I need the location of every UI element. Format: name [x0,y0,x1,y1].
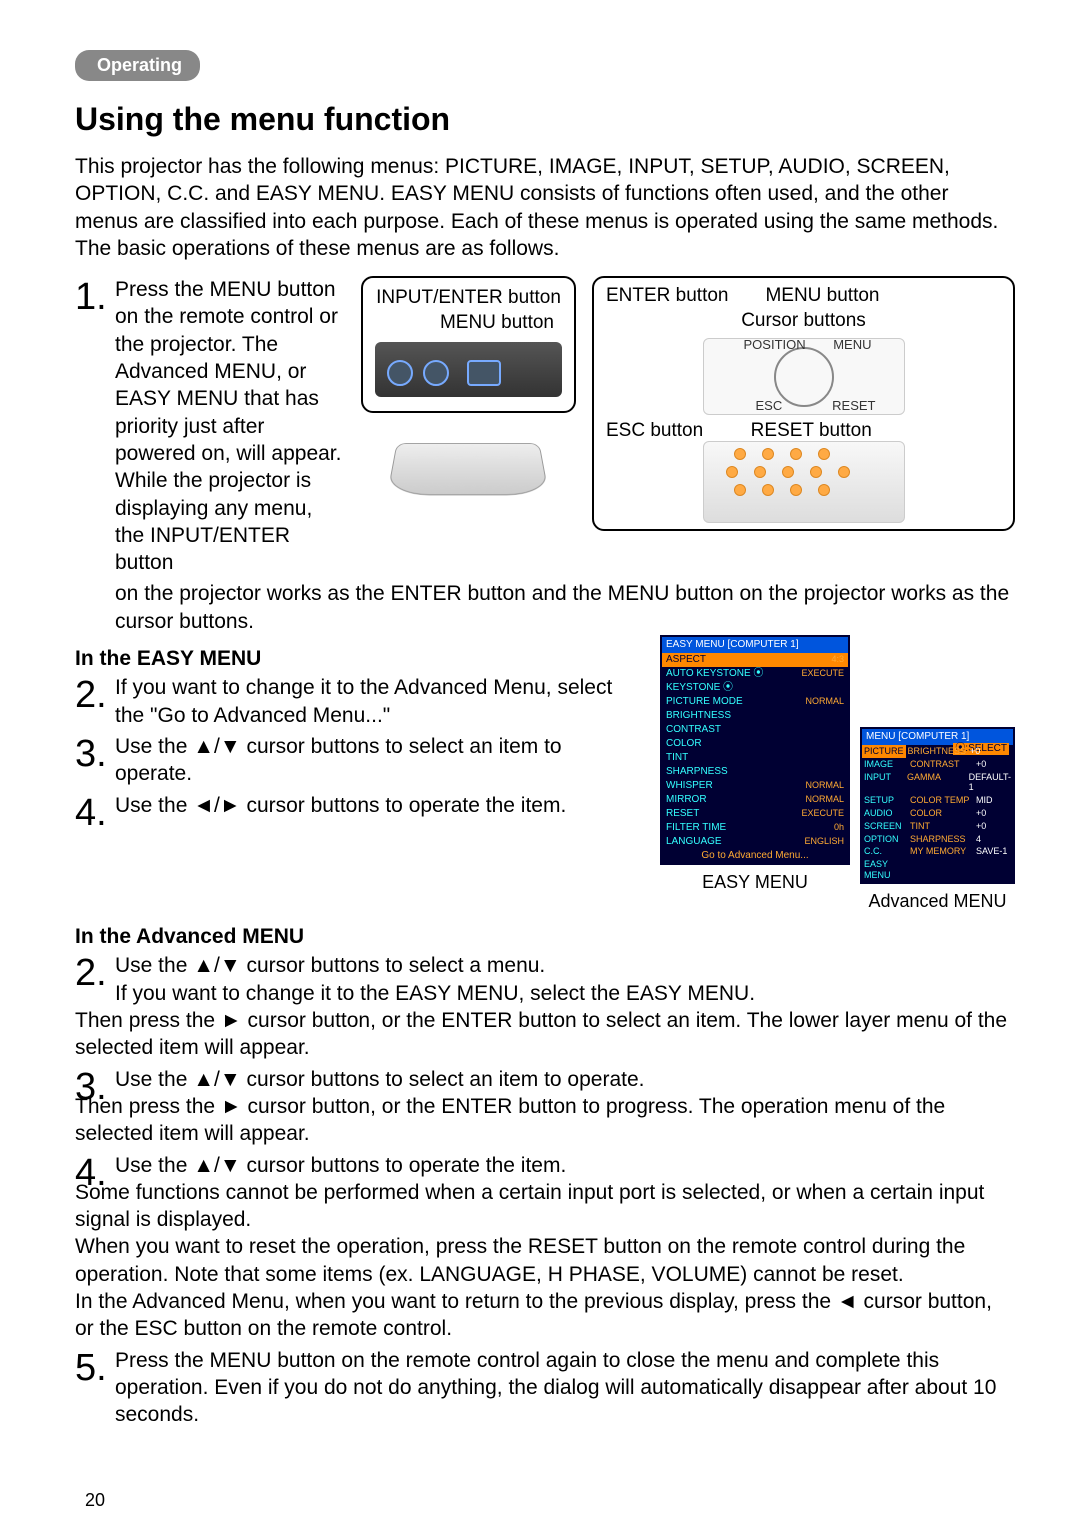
section-pill: Operating [75,50,200,81]
adv-step2a: Use the ▲/▼ cursor buttons to select a m… [115,952,1015,979]
adv-step3a: Use the ▲/▼ cursor buttons to select an … [115,1066,1015,1093]
easy-step4: Use the ◄/► cursor buttons to operate th… [115,792,640,819]
adv-step3b: Then press the ► cursor button, or the E… [75,1093,1015,1148]
remote-buttons-illustration [703,441,905,523]
adv-step4a: Use the ▲/▼ cursor buttons to operate th… [115,1152,1015,1179]
easy-step2: If you want to change it to the Advanced… [115,674,640,729]
adv-step2b: If you want to change it to the EASY MEN… [115,980,1015,1007]
step-number: 1 [75,276,115,316]
cursor-buttons-label: Cursor buttons [606,309,1001,334]
adv-step4b: Some functions cannot be performed when … [75,1179,1015,1234]
remote-cursor-illustration: POSITION MENU ESC RESET [703,338,905,415]
step1-text: Press the MENU button on the remote cont… [115,276,345,576]
step-number: 5 [75,1347,115,1387]
panel-callout-box: INPUT/ENTER button MENU button [361,276,576,412]
enter-menu-label: ENTER button MENU button [606,284,1001,309]
page-number: 20 [85,1489,105,1512]
step-number: 3 [75,733,115,773]
step-number: 2 [75,674,115,714]
page-title: Using the menu function [75,99,1015,141]
easy-menu-heading: In the EASY MENU [75,645,640,672]
adv-step5: Press the MENU button on the remote cont… [115,1347,1015,1429]
advanced-menu-caption: Advanced MENU [860,890,1015,913]
advanced-menu-heading: In the Advanced MENU [75,923,1015,950]
projector-illustration [384,421,554,511]
step-number: 4 [75,792,115,832]
adv-step4c: When you want to reset the operation, pr… [75,1233,1015,1288]
easy-menu-caption: EASY MENU [660,871,850,894]
advanced-menu-screenshot: MENU [COMPUTER 1]⦿:SELECTPICTUREBRIGHTNE… [860,727,1015,884]
step-number: 2 [75,952,115,992]
control-panel-illustration [375,342,562,397]
menu-button-label: MENU button [373,311,564,336]
adv-step2c: Then press the ► cursor button, or the E… [75,1007,1015,1062]
easy-step3: Use the ▲/▼ cursor buttons to select an … [115,733,640,788]
adv-step4d: In the Advanced Menu, when you want to r… [75,1288,1015,1343]
esc-reset-label: ESC button RESET button [606,419,1001,444]
remote-callout-box: ENTER button MENU button Cursor buttons … [592,276,1015,531]
intro-text: This projector has the following menus: … [75,153,1015,262]
input-enter-label: INPUT/ENTER button [373,286,564,311]
step1-continuation: on the projector works as the ENTER butt… [115,580,1015,635]
easy-menu-screenshot: EASY MENU [COMPUTER 1]ASPECT4:3AUTO KEYS… [660,635,850,865]
